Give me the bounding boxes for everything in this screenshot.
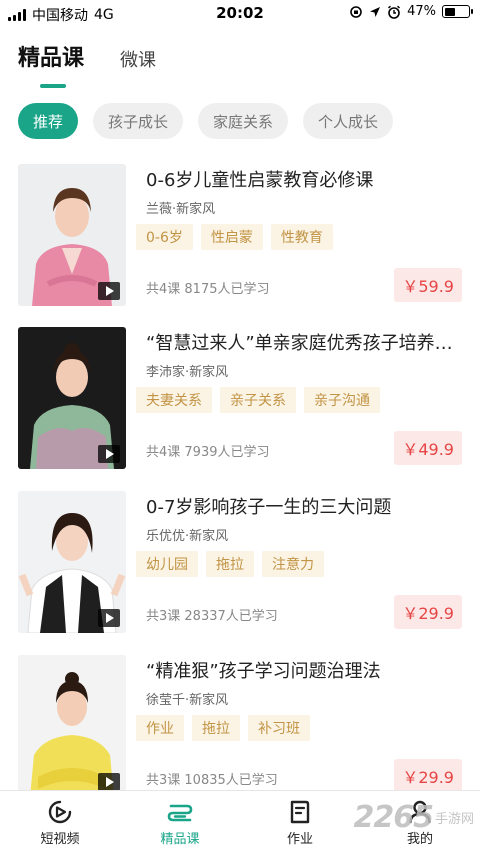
course-tags: 作业 拖拉 补习班 [136,715,310,741]
tab-micro-courses[interactable]: 微课 [120,46,156,72]
course-thumbnail [18,327,126,469]
battery-icon [442,5,473,18]
course-card[interactable]: 0-7岁影响孩子一生的三大问题 乐优优·新家风 幼儿园 拖拉 注意力 共3课 2… [0,487,480,637]
course-icon [167,804,193,822]
play-icon [98,773,120,790]
nav-label: 短视频 [40,832,80,847]
course-author: 乐优优·新家风 [146,529,229,544]
category-personal-growth[interactable]: 个人成长 [303,103,394,139]
course-price[interactable]: ￥29.9 [394,595,462,629]
course-tag: 性启蒙 [200,224,263,250]
nav-homework[interactable]: 作业 [240,791,360,853]
course-tag: 性教育 [270,224,333,250]
play-icon [98,282,120,300]
location-icon [370,6,381,17]
course-tag: 作业 [136,715,184,741]
course-thumbnail [18,655,126,790]
tab-label: 精品课 [18,46,85,71]
course-thumbnail [18,164,126,306]
alarm-icon [388,5,401,19]
homework-icon [290,800,310,824]
network-label: 4G [94,7,114,23]
category-filter: 推荐 孩子成长 家庭关系 个人成长 [18,103,394,139]
course-tag: 注意力 [262,551,324,577]
course-tags: 幼儿园 拖拉 注意力 [136,551,324,577]
play-icon [98,445,120,463]
course-tag: 拖拉 [192,715,240,741]
course-author: 李沛家·新家风 [146,365,229,380]
category-child-growth[interactable]: 孩子成长 [93,103,184,139]
course-author: 徐莹千·新家风 [146,693,229,708]
course-tags: 0-6岁 性启蒙 性教育 [136,224,333,250]
course-price[interactable]: ￥49.9 [394,431,462,465]
status-bar: 中国移动 4G 20:02 47% [0,0,480,28]
course-title: 0-7岁影响孩子一生的三大问题 [146,497,392,518]
watermark: 2265 手游网 [353,800,474,835]
watermark-number: 2265 [353,800,433,835]
carrier-label: 中国移动 [32,8,88,24]
category-recommended[interactable]: 推荐 [18,103,79,139]
battery-percent: 47% [407,4,436,19]
top-tabs: 精品课 微课 [18,40,156,88]
course-tag: 幼儿园 [136,551,198,577]
nav-label: 精品课 [160,832,200,847]
signal-icon [8,9,26,21]
category-family-relations[interactable]: 家庭关系 [198,103,289,139]
play-icon [98,609,120,627]
course-title: “智慧过来人”单亲家庭优秀孩子培养之道 [146,333,464,354]
course-tag: 拖拉 [206,551,254,577]
tab-premium-courses[interactable]: 精品课 [18,40,85,88]
active-tab-indicator [40,84,66,88]
short-video-icon [48,800,72,824]
course-card[interactable]: “智慧过来人”单亲家庭优秀孩子培养之道 李沛家·新家风 夫妻关系 亲子关系 亲子… [0,323,480,473]
course-tag: 夫妻关系 [136,387,212,413]
course-list: 0-6岁儿童性启蒙教育必修课 兰薇·新家风 0-6岁 性启蒙 性教育 共4课 8… [0,160,480,790]
nav-premium-courses[interactable]: 精品课 [120,791,240,853]
orientation-lock-icon [350,5,362,18]
course-card[interactable]: 0-6岁儿童性启蒙教育必修课 兰薇·新家风 0-6岁 性启蒙 性教育 共4课 8… [0,160,480,310]
course-meta: 共3课 10835人已学习 [146,773,278,788]
course-card[interactable]: “精准狠”孩子学习问题治理法 徐莹千·新家风 作业 拖拉 补习班 共3课 108… [0,651,480,790]
course-tag: 亲子关系 [220,387,296,413]
course-price[interactable]: ￥29.9 [394,759,462,790]
course-meta: 共4课 7939人已学习 [146,445,270,460]
nav-short-video[interactable]: 短视频 [0,791,120,853]
course-tag: 补习班 [248,715,310,741]
course-thumbnail [18,491,126,633]
course-meta: 共4课 8175人已学习 [146,282,270,297]
course-tags: 夫妻关系 亲子关系 亲子沟通 [136,387,380,413]
course-price[interactable]: ￥59.9 [394,268,462,302]
course-tag: 0-6岁 [136,224,193,250]
watermark-text: 手游网 [434,812,474,827]
nav-label: 作业 [286,832,313,847]
course-author: 兰薇·新家风 [146,202,216,217]
course-meta: 共3课 28337人已学习 [146,609,278,624]
course-tag: 亲子沟通 [304,387,380,413]
course-title: 0-6岁儿童性启蒙教育必修课 [146,170,374,191]
tab-label: 微课 [120,50,157,71]
course-title: “精准狠”孩子学习问题治理法 [146,661,381,682]
